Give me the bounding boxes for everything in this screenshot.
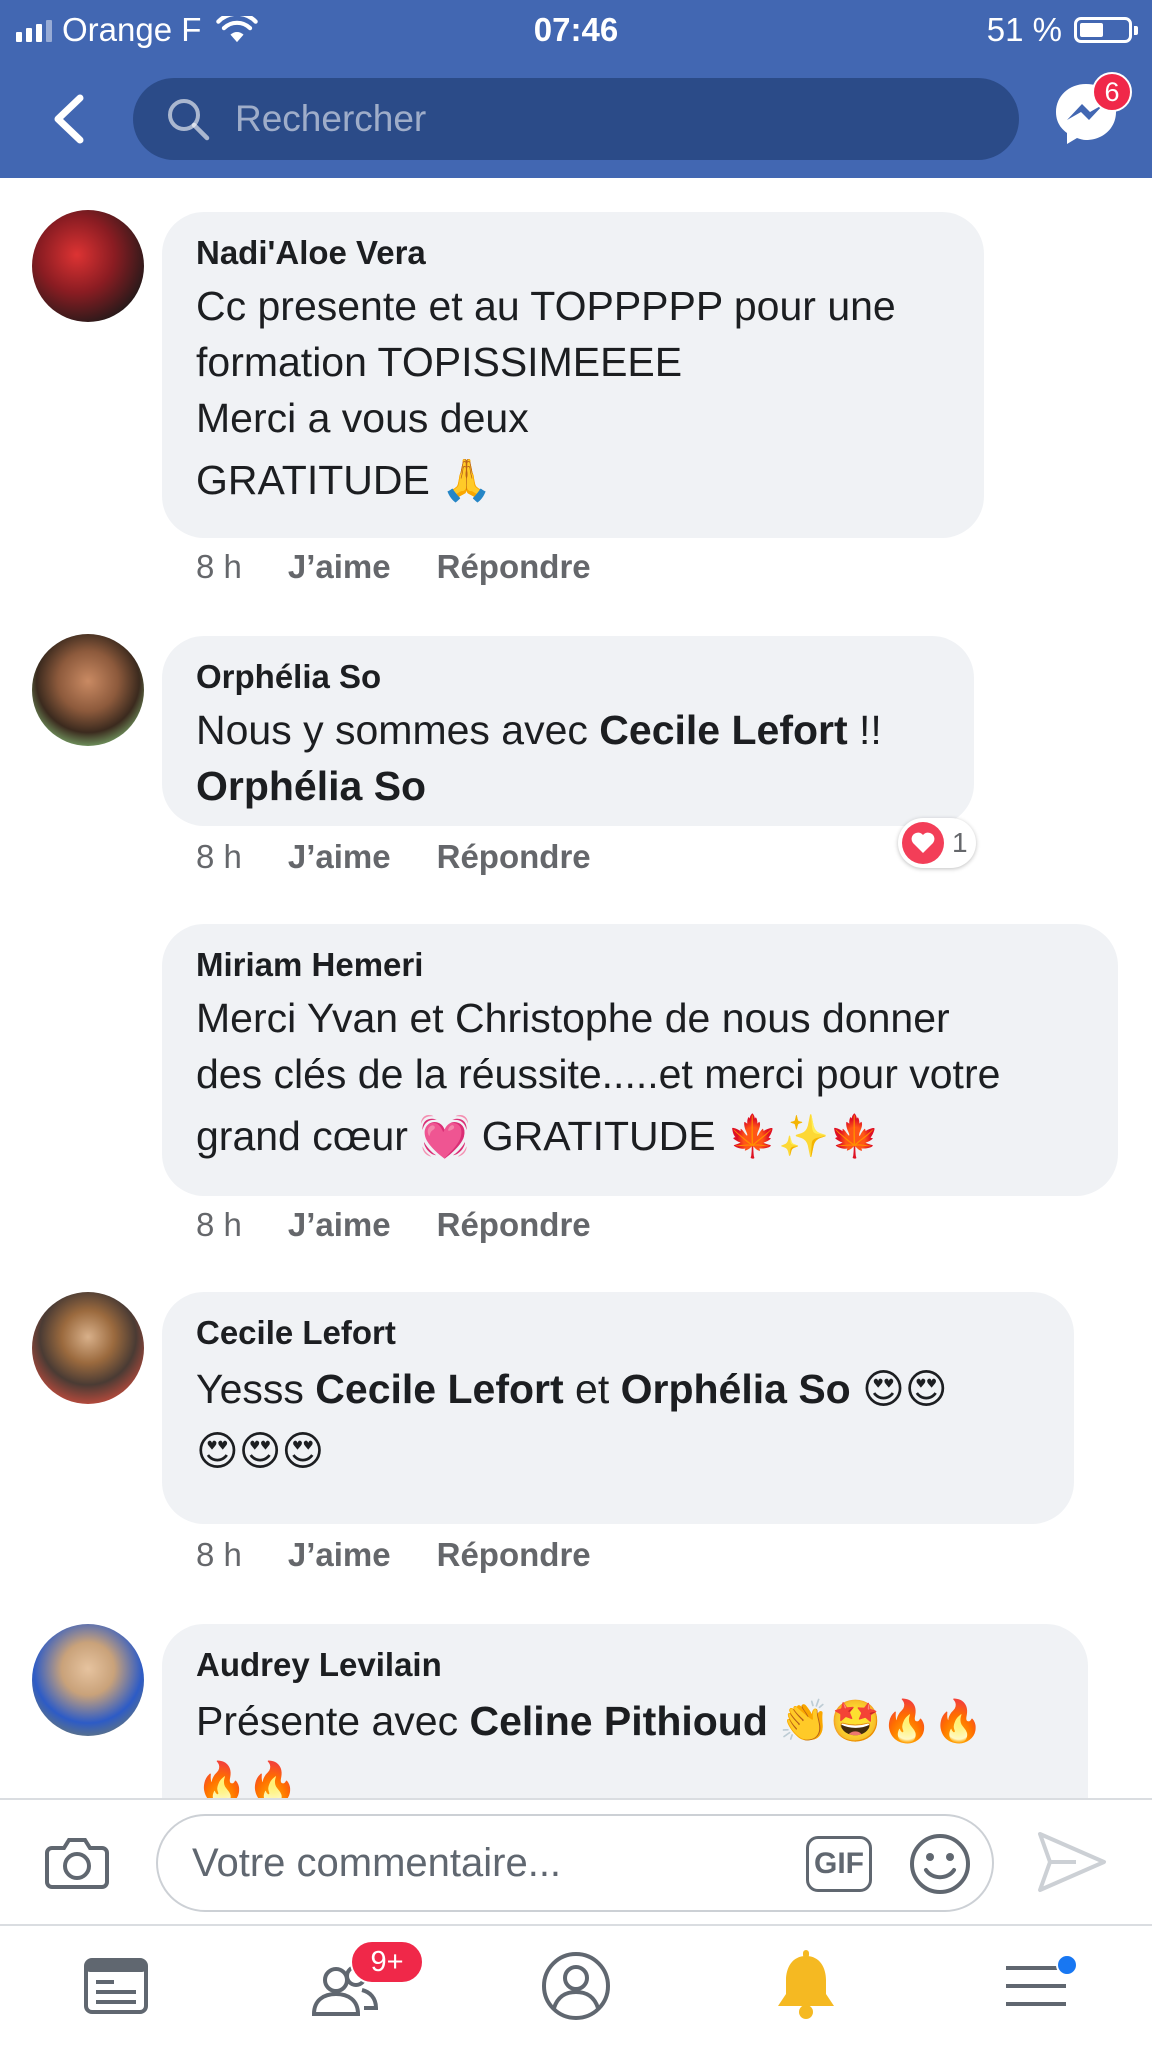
like-button[interactable]: J’aime — [288, 1536, 391, 1574]
comment-line: Merci Yvan et Christophe de nous donner — [196, 995, 950, 1041]
battery-info: 51 % — [986, 11, 1138, 49]
nav-bar: 6 — [0, 72, 1152, 162]
like-button[interactable]: J’aime — [288, 548, 391, 586]
text-segment: 👏🤩🔥🔥 — [767, 1698, 984, 1744]
mention-link[interactable]: Orphélia So — [621, 1366, 851, 1412]
search-bar[interactable] — [133, 78, 1019, 160]
comment-input[interactable] — [192, 1840, 782, 1886]
bottom-tab-bar: 9+ — [0, 1924, 1152, 2048]
comment-line: Merci a vous deux — [196, 395, 529, 441]
comment-text: Merci Yvan et Christophe de nous donner … — [196, 990, 1084, 1170]
menu-notification-dot — [1056, 1954, 1078, 1976]
friends-badge: 9+ — [350, 1940, 424, 1984]
camera-icon[interactable] — [44, 1834, 110, 1890]
sticker-smile-icon[interactable] — [908, 1832, 972, 1896]
text-segment: Présente avec — [196, 1698, 470, 1744]
battery-icon — [1074, 17, 1138, 43]
comments-feed[interactable]: Nadi'Aloe Vera Cc presente et au TOPPPPP… — [0, 178, 1152, 1798]
notifications-bell-icon[interactable] — [768, 1948, 844, 2024]
like-button[interactable]: J’aime — [288, 1206, 391, 1244]
comment-time: 8 h — [196, 838, 242, 875]
text-segment: 😍😍😍 — [196, 1428, 325, 1474]
search-input[interactable] — [235, 98, 935, 140]
like-button[interactable]: J’aime — [288, 838, 391, 876]
text-segment: Yesss — [196, 1366, 316, 1412]
clock: 07:46 — [533, 11, 619, 48]
comment-line: des clés de la réussite.....et merci pou… — [196, 1051, 1001, 1097]
avatar[interactable] — [32, 634, 144, 746]
comment-bubble[interactable]: Cecile Lefort Yesss Cecile Lefort et Orp… — [162, 1292, 1074, 1524]
text-segment: et — [563, 1366, 621, 1412]
love-reaction-icon — [902, 822, 944, 864]
comment-actions: 8 h J’aime Répondre — [196, 1206, 591, 1244]
avatar[interactable] — [32, 924, 144, 1036]
text-segment: 😍😍 — [850, 1366, 948, 1412]
text-segment: Nous y sommes avec — [196, 707, 600, 753]
comment-actions: 8 h J’aime Répondre — [196, 548, 591, 586]
gif-button[interactable]: GIF — [806, 1836, 872, 1892]
reply-button[interactable]: Répondre — [437, 548, 591, 586]
comment-text: Présente avec Celine Pithioud 👏🤩🔥🔥 🔥🔥 — [196, 1690, 1054, 1798]
top-header: Orange F 07:46 51 % 6 — [0, 0, 1152, 178]
mention-link[interactable]: Orphélia So — [196, 763, 426, 809]
comment-author[interactable]: Orphélia So — [196, 658, 940, 696]
avatar[interactable] — [32, 1624, 144, 1736]
search-icon — [168, 99, 210, 141]
mention-link[interactable]: Cecile Lefort — [315, 1366, 563, 1412]
comment-time: 8 h — [196, 1206, 242, 1243]
comment-bubble[interactable]: Orphélia So Nous y sommes avec Cecile Le… — [162, 636, 974, 826]
reply-button[interactable]: Répondre — [437, 1536, 591, 1574]
comment-bubble[interactable]: Nadi'Aloe Vera Cc presente et au TOPPPPP… — [162, 212, 984, 538]
comment-composer: GIF — [0, 1798, 1152, 1924]
comment-line: GRATITUDE 🙏 — [196, 457, 493, 503]
reaction-summary[interactable]: 1 — [898, 818, 976, 868]
comment-line: Cc presente et au TOPPPPP pour une — [196, 283, 896, 329]
avatar[interactable] — [32, 1292, 144, 1404]
comment-author[interactable]: Nadi'Aloe Vera — [196, 234, 950, 272]
status-bar: Orange F 07:46 51 % — [0, 0, 1152, 58]
comment-bubble[interactable]: Miriam Hemeri Merci Yvan et Christophe d… — [162, 924, 1118, 1196]
comment-actions: 8 h J’aime Répondre — [196, 838, 591, 876]
news-feed-icon[interactable] — [78, 1948, 154, 2024]
comment-actions: 8 h J’aime Répondre — [196, 1536, 591, 1574]
comment-line: grand cœur 💓 GRATITUDE 🍁✨🍁 — [196, 1113, 881, 1159]
reaction-count: 1 — [952, 827, 968, 858]
comment-text: Cc presente et au TOPPPPP pour une forma… — [196, 278, 950, 514]
comment-author[interactable]: Audrey Levilain — [196, 1646, 1054, 1684]
avatar[interactable] — [32, 210, 144, 322]
text-segment: 🔥🔥 — [196, 1760, 299, 1798]
back-arrow-icon[interactable] — [46, 92, 96, 146]
comment-line: formation TOPISSIMEEEE — [196, 339, 683, 385]
messenger-badge: 6 — [1092, 72, 1132, 112]
comment-author[interactable]: Cecile Lefort — [196, 1314, 1040, 1352]
comment-time: 8 h — [196, 1536, 242, 1573]
text-segment: !! — [847, 707, 882, 753]
send-icon[interactable] — [1036, 1830, 1108, 1894]
mention-link[interactable]: Celine Pithioud — [470, 1698, 768, 1744]
comment-text: Yesss Cecile Lefort et Orphélia So 😍😍 😍😍… — [196, 1358, 1040, 1482]
profile-icon[interactable] — [538, 1948, 614, 2024]
comment-text: Nous y sommes avec Cecile Lefort !! Orph… — [196, 702, 940, 814]
reply-button[interactable]: Répondre — [437, 838, 591, 876]
comment-time: 8 h — [196, 548, 242, 585]
mention-link[interactable]: Cecile Lefort — [599, 707, 847, 753]
battery-percent: 51 % — [986, 11, 1062, 48]
comment-bubble[interactable]: Audrey Levilain Présente avec Celine Pit… — [162, 1624, 1088, 1798]
reply-button[interactable]: Répondre — [437, 1206, 591, 1244]
comment-input-box[interactable]: GIF — [156, 1814, 994, 1912]
comment-author[interactable]: Miriam Hemeri — [196, 946, 1084, 984]
